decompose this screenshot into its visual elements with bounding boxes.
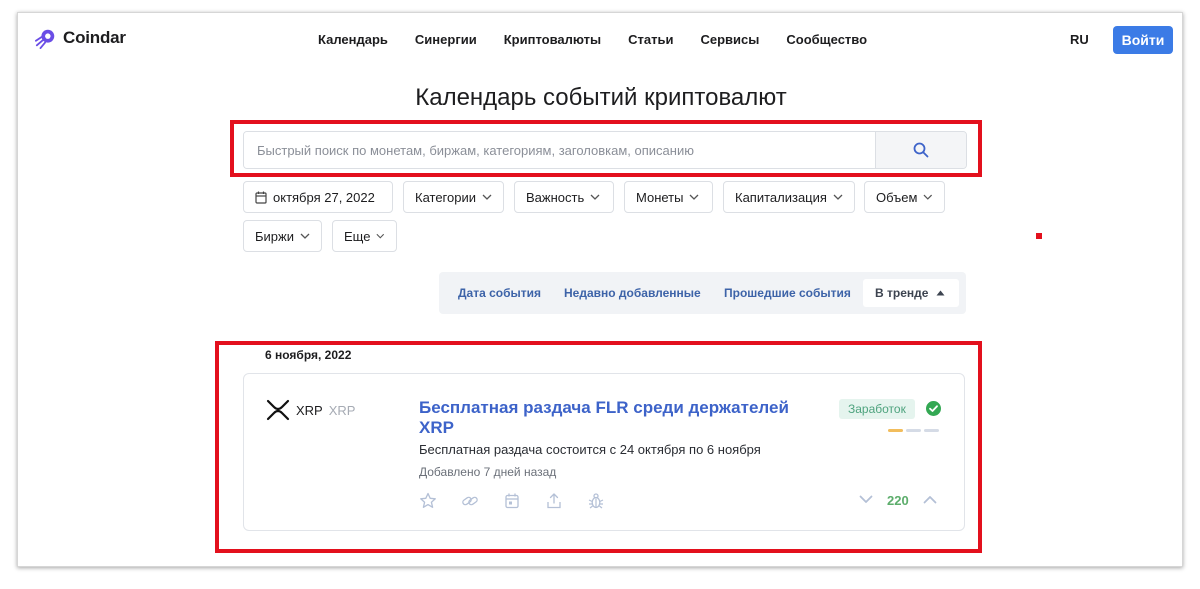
importance-segment — [924, 429, 939, 432]
capitalization-filter-label: Капитализация — [735, 189, 827, 205]
star-icon[interactable] — [419, 492, 437, 510]
vote-up-icon[interactable] — [923, 495, 937, 504]
importance-filter-label: Важность — [526, 189, 585, 205]
coin-ticker: XRP — [328, 402, 356, 418]
event-title[interactable]: Бесплатная раздача FLR среди держателей … — [419, 398, 799, 438]
event-added-time: Добавлено 7 дней назад — [419, 465, 557, 479]
logo[interactable]: Coindar — [35, 27, 126, 49]
event-card[interactable]: XRP XRP Бесплатная раздача FLR среди дер… — [243, 373, 965, 531]
logo-text: Coindar — [63, 28, 126, 47]
sort-bar: Дата события Недавно добавленные Прошедш… — [439, 272, 966, 314]
date-filter[interactable]: октября 27, 2022 — [243, 181, 393, 213]
chevron-down-icon — [923, 194, 933, 200]
volume-filter[interactable]: Объем — [864, 181, 945, 213]
login-button[interactable]: Войти — [1113, 26, 1173, 54]
search-input[interactable] — [244, 132, 875, 168]
nav-cryptocurrencies[interactable]: Криптовалюты — [504, 32, 601, 47]
event-description: Бесплатная раздача состоится с 24 октябр… — [419, 442, 761, 457]
event-date-heading: 6 ноября, 2022 — [265, 348, 352, 362]
calendar-icon — [255, 191, 267, 204]
chevron-down-icon — [590, 194, 600, 200]
chevron-down-icon — [833, 194, 843, 200]
nav-services[interactable]: Сервисы — [701, 32, 760, 47]
categories-filter-label: Категории — [415, 189, 476, 205]
category-badge[interactable]: Заработок — [839, 399, 915, 419]
coin-symbol: XRP — [296, 402, 323, 418]
xrp-coin-icon — [266, 399, 290, 421]
more-filter[interactable]: Еще — [332, 220, 397, 252]
volume-filter-label: Объем — [876, 189, 918, 205]
caret-up-icon — [936, 290, 945, 296]
search-button[interactable] — [875, 132, 966, 168]
coins-filter[interactable]: Монеты — [624, 181, 713, 213]
exchanges-filter-label: Биржи — [255, 228, 294, 244]
add-to-calendar-icon[interactable] — [503, 492, 521, 510]
verified-check-icon — [926, 401, 941, 416]
nav-synergies[interactable]: Синергии — [415, 32, 477, 47]
bug-report-icon[interactable] — [587, 492, 605, 510]
vote-down-icon[interactable] — [859, 495, 873, 504]
search-icon — [913, 142, 929, 158]
sort-trending-label: В тренде — [875, 286, 929, 300]
chevron-down-icon — [690, 194, 699, 200]
browser-frame: Coindar Календарь Синергии Криптовалюты … — [17, 12, 1183, 567]
link-icon[interactable] — [461, 492, 479, 510]
date-filter-label: октября 27, 2022 — [273, 189, 375, 205]
chevron-down-icon — [376, 233, 385, 239]
chevron-down-icon — [482, 194, 492, 200]
red-marker — [1036, 233, 1042, 239]
more-filter-label: Еще — [344, 228, 371, 244]
nav-calendar[interactable]: Календарь — [318, 32, 388, 47]
exchanges-filter[interactable]: Биржи — [243, 220, 322, 252]
page-title: Календарь событий криптовалют — [415, 84, 787, 111]
importance-indicator — [888, 429, 939, 432]
importance-segment — [906, 429, 921, 432]
sort-recently-added[interactable]: Недавно добавленные — [564, 286, 701, 300]
sort-trending[interactable]: В тренде — [863, 279, 959, 307]
categories-filter[interactable]: Категории — [403, 181, 504, 213]
importance-filter[interactable]: Важность — [514, 181, 614, 213]
vote-count: 220 — [887, 493, 909, 508]
chevron-down-icon — [300, 233, 310, 239]
event-coin[interactable]: XRP XRP — [266, 399, 355, 421]
importance-segment — [888, 429, 903, 432]
share-icon[interactable] — [545, 492, 563, 510]
event-actions — [419, 492, 605, 510]
nav-community[interactable]: Сообщество — [786, 32, 867, 47]
sort-past-events[interactable]: Прошедшие события — [724, 286, 851, 300]
language-switcher[interactable]: RU — [1070, 32, 1089, 47]
coins-filter-label: Монеты — [636, 189, 684, 205]
nav-articles[interactable]: Статьи — [628, 32, 673, 47]
capitalization-filter[interactable]: Капитализация — [723, 181, 855, 213]
sort-event-date[interactable]: Дата события — [458, 286, 541, 300]
search-bar — [243, 131, 967, 169]
main-nav: Календарь Синергии Криптовалюты Статьи С… — [318, 32, 867, 47]
rocket-logo-icon — [35, 29, 55, 49]
